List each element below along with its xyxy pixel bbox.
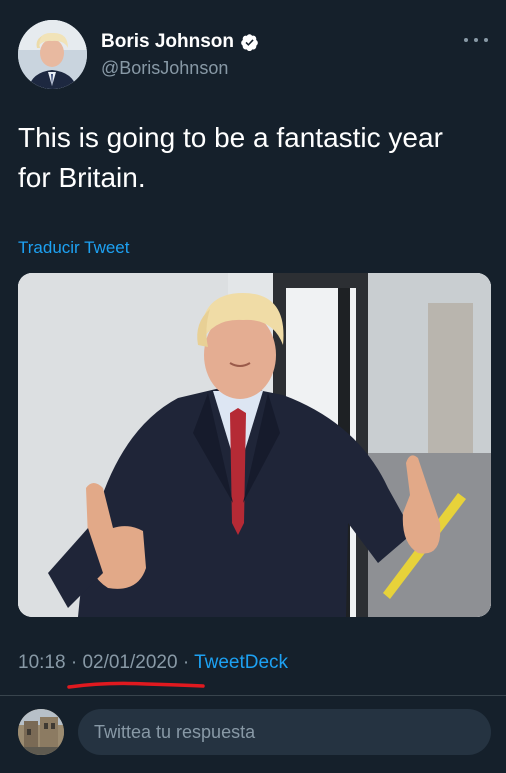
author-avatar[interactable] — [18, 20, 87, 89]
more-dot — [464, 38, 468, 42]
author-name[interactable]: Boris Johnson — [101, 31, 259, 53]
reply-input[interactable] — [94, 721, 474, 743]
user-avatar[interactable] — [18, 709, 64, 755]
tweet-text: This is going to be a fantastic year for… — [18, 122, 443, 193]
photo-thumbs-up — [18, 273, 491, 617]
divider — [0, 695, 506, 696]
author-name-text: Boris Johnson — [101, 31, 235, 52]
more-dot — [484, 38, 488, 42]
tweet-time[interactable]: 10:18 — [18, 652, 66, 673]
tweet-photo[interactable] — [18, 273, 491, 617]
meta-separator: · — [182, 652, 190, 673]
author-handle[interactable]: @BorisJohnson — [101, 58, 228, 79]
red-underline-annotation — [67, 681, 205, 689]
verified-badge-icon — [240, 33, 259, 52]
tweet-detail: Boris Johnson @BorisJohnson This is goin… — [0, 0, 506, 773]
tweet-source-link[interactable]: TweetDeck — [194, 652, 288, 673]
translate-tweet-link[interactable]: Traducir Tweet — [18, 238, 130, 258]
tweet-meta: 10:18 · 02/01/2020 · TweetDeck — [18, 652, 288, 674]
reply-box[interactable] — [78, 709, 491, 755]
meta-separator: · — [70, 652, 78, 673]
more-dot — [474, 38, 478, 42]
tweet-date[interactable]: 02/01/2020 — [82, 652, 177, 673]
more-options-icon[interactable] — [464, 30, 488, 50]
